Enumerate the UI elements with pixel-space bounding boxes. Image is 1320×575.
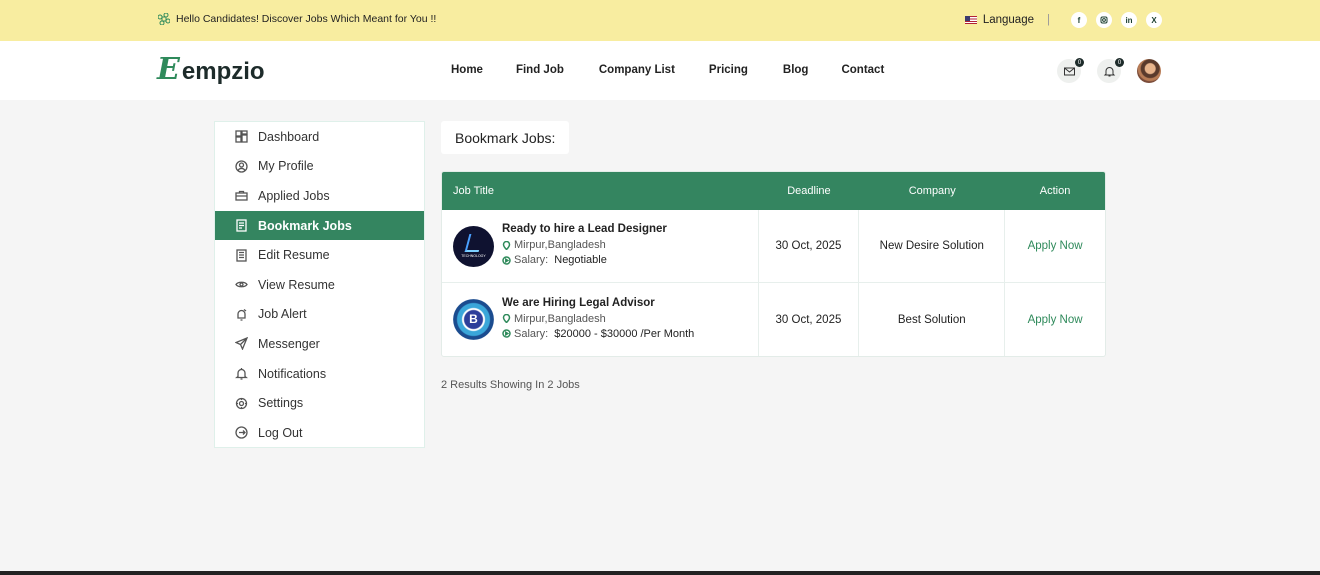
messages-button[interactable]: 0 (1057, 58, 1084, 83)
notifications-button[interactable]: 0 (1097, 58, 1124, 83)
apply-now-link[interactable]: Apply Now (1005, 210, 1105, 282)
job-location: Mirpur,Bangladesh (514, 239, 606, 251)
apply-now-link[interactable]: Apply Now (1005, 283, 1105, 356)
sidebar-item-label: Settings (258, 396, 304, 411)
company-cell: New Desire Solution (859, 210, 1006, 282)
bookmark-icon (236, 219, 247, 232)
sidebar-item-job-alert[interactable]: Job Alert (215, 300, 424, 330)
sidebar-item-label: Job Alert (258, 307, 307, 322)
notification-badge: 0 (1115, 58, 1124, 67)
greeting-text: Hello Candidates! Discover Jobs Which Me… (176, 13, 437, 25)
salary-label: Salary: (514, 327, 549, 340)
job-location: Mirpur,Bangladesh (514, 312, 606, 325)
logo-text: empzio (181, 58, 265, 85)
sidebar-item-edit-resume[interactable]: Edit Resume (215, 240, 424, 270)
bell-icon (1103, 66, 1115, 76)
sidebar-item-my-profile[interactable]: My Profile (215, 152, 424, 182)
nav-pricing[interactable]: Pricing (709, 64, 748, 76)
sidebar-item-notifications[interactable]: Notifications (215, 359, 424, 389)
salary-value: $20000 - $30000 /Per Month (554, 327, 695, 340)
sidebar-item-view-resume[interactable]: View Resume (215, 270, 424, 300)
job-title[interactable]: Ready to hire a Lead Designer (502, 223, 667, 235)
logout-icon (235, 426, 248, 439)
sidebar-item-label: Edit Resume (258, 248, 330, 263)
company-logo-text: TECHNOLOGY (461, 253, 486, 258)
profile-icon (235, 160, 248, 173)
eye-icon (235, 281, 248, 288)
sidebar-item-bookmark-jobs[interactable]: Bookmark Jobs (215, 210, 424, 241)
mail-icon (1063, 67, 1075, 75)
language-selector[interactable]: Language (983, 14, 1034, 26)
mail-badge: 0 (1075, 58, 1084, 67)
header-action: Action (1039, 185, 1071, 197)
table-row: TECHNOLOGY Ready to hire a Lead Designer… (442, 210, 1105, 283)
nav-blog[interactable]: Blog (783, 64, 809, 76)
avatar[interactable] (1137, 59, 1161, 83)
main-navbar: E empzio Home Find Job Company List Pric… (0, 41, 1320, 100)
dashboard-icon (235, 130, 248, 143)
linkedin-icon[interactable]: in (1121, 12, 1137, 28)
bookmark-jobs-table: Job Title Deadline Company Action TECHNO… (441, 171, 1106, 357)
company-cell: Best Solution (859, 283, 1006, 356)
sidebar-item-label: Log Out (258, 425, 303, 440)
company-logo: TECHNOLOGY (453, 225, 494, 267)
x-twitter-icon[interactable]: X (1146, 12, 1162, 28)
sidebar-item-messenger[interactable]: Messenger (215, 329, 424, 359)
command-icon (158, 13, 170, 25)
sidebar-item-label: Bookmark Jobs (258, 218, 352, 233)
company-logo: B (453, 299, 494, 340)
table-row: B We are Hiring Legal Advisor Mirpur,Ban… (442, 283, 1105, 356)
sidebar-item-label: View Resume (258, 277, 335, 292)
sidebar-item-settings[interactable]: Settings (215, 388, 424, 418)
sidebar-item-label: Notifications (258, 366, 327, 381)
nav-company-list[interactable]: Company List (599, 64, 675, 76)
divider: | (1047, 14, 1050, 26)
play-circle-icon (502, 329, 511, 338)
instagram-icon[interactable] (1096, 12, 1112, 28)
header-company: Company (908, 185, 956, 197)
deadline-cell: 30 Oct, 2025 (759, 210, 860, 282)
header-deadline: Deadline (787, 185, 831, 197)
location-pin-icon (502, 240, 511, 250)
footer-edge (0, 571, 1320, 575)
sidebar-item-log-out[interactable]: Log Out (215, 418, 424, 448)
sidebar-item-applied-jobs[interactable]: Applied Jobs (215, 181, 424, 211)
location-pin-icon (502, 314, 511, 323)
sidebar-item-label: Messenger (258, 336, 320, 351)
nav-find-job[interactable]: Find Job (516, 64, 564, 76)
sidebar-item-label: Applied Jobs (258, 188, 330, 203)
sidebar-item-dashboard[interactable]: Dashboard (215, 122, 424, 152)
table-header: Job Title Deadline Company Action (442, 172, 1105, 210)
deadline-cell: 30 Oct, 2025 (759, 283, 860, 356)
nav-contact[interactable]: Contact (841, 64, 884, 76)
facebook-icon[interactable]: f (1071, 12, 1087, 28)
dashboard-sidebar: Dashboard My Profile Applied Jobs Bookma… (214, 121, 425, 448)
alert-icon (237, 308, 247, 321)
sidebar-item-label: Dashboard (258, 129, 320, 144)
salary-value: Negotiable (554, 254, 607, 266)
sidebar-item-label: My Profile (258, 159, 314, 174)
results-count: 2 Results Showing In 2 Jobs (441, 379, 580, 391)
top-announcement-bar: Hello Candidates! Discover Jobs Which Me… (0, 0, 1320, 41)
bell-icon (235, 368, 248, 380)
play-circle-icon (502, 255, 511, 265)
header-job-title: Job Title (453, 185, 494, 197)
us-flag-icon (964, 16, 977, 24)
job-title[interactable]: We are Hiring Legal Advisor (502, 297, 694, 309)
greeting: Hello Candidates! Discover Jobs Which Me… (158, 13, 436, 25)
company-logo-text: B (469, 312, 478, 326)
nav-home[interactable]: Home (451, 64, 483, 76)
salary-label: Salary: (514, 254, 549, 266)
settings-icon (235, 397, 248, 409)
nav-menu: Home Find Job Company List Pricing Blog … (451, 64, 884, 76)
logo[interactable]: E empzio (157, 55, 265, 85)
edit-resume-icon (236, 249, 247, 262)
briefcase-icon (235, 191, 248, 202)
page-title: Bookmark Jobs: (441, 121, 569, 154)
send-icon (235, 337, 248, 351)
logo-mark: E (157, 52, 180, 87)
